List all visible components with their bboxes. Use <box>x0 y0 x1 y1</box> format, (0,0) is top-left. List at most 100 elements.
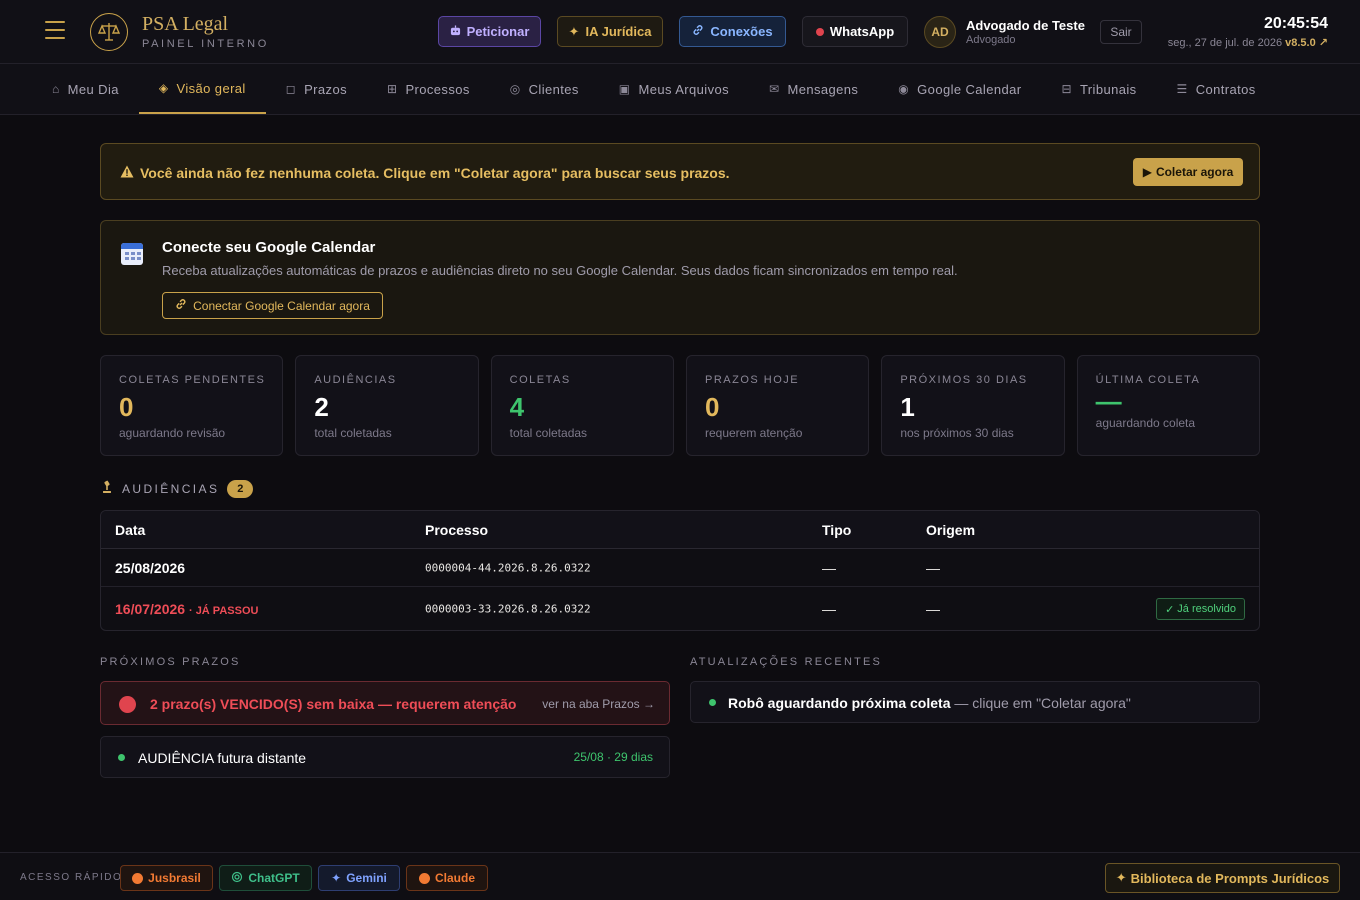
audiencias-table: Data Processo Tipo Origem 25/08/2026 000… <box>100 510 1260 631</box>
stat-card-ultima-coleta[interactable]: ÚLTIMA COLETA — aguardando coleta <box>1076 355 1260 456</box>
current-date: seg., 27 de jul. de 2026 <box>1167 37 1283 49</box>
row-processo[interactable]: 0000003-33.2026.8.26.0322 <box>425 603 591 616</box>
proximos-prazos-title: PRÓXIMOS PRAZOS <box>100 656 241 668</box>
row-tipo: — <box>822 601 836 617</box>
conexoes-button[interactable]: Conexões <box>679 16 786 47</box>
count-badge: 2 <box>227 480 254 498</box>
user-name: Advogado de Teste <box>966 18 1085 33</box>
stat-sub: aguardando coleta <box>1095 416 1196 430</box>
tab-label: Contratos <box>1195 81 1256 97</box>
jusbrasil-link[interactable]: Jusbrasil <box>120 865 213 891</box>
table-header: Data Processo Tipo Origem <box>101 511 1259 549</box>
audiencias-header: AUDIÊNCIAS 2 <box>100 480 254 498</box>
overdue-text: 2 prazo(s) VENCIDO(S) sem baixa — requer… <box>150 696 517 712</box>
connect-label: Conectar Google Calendar agora <box>193 298 370 313</box>
play-icon: ▶ <box>1142 165 1152 179</box>
tab-label: Tribunais <box>1079 81 1137 97</box>
check-icon: ✓ <box>1165 603 1175 616</box>
tab-google-calendar[interactable]: ◉ Google Calendar <box>878 64 1041 114</box>
tab-label: Processos <box>405 81 470 97</box>
row-date: 16/07/2026 <box>115 601 186 617</box>
whatsapp-button[interactable]: WhatsApp <box>802 16 908 47</box>
tab-meu-dia[interactable]: ⌂ Meu Dia <box>32 64 139 114</box>
document-icon: ☰ <box>1176 82 1188 96</box>
deadline-text: AUDIÊNCIA futura distante <box>138 750 307 766</box>
ver-prazos-link[interactable]: ver na aba Prazos → <box>542 697 655 711</box>
stat-sub: aguardando revisão <box>119 426 226 440</box>
alert-text: Você ainda não fez nenhuma coleta. Cliqu… <box>140 165 730 181</box>
robot-icon <box>450 24 461 39</box>
tab-clientes[interactable]: ◎ Clientes <box>490 64 599 114</box>
ia-juridica-button[interactable]: ✦ IA Jurídica <box>557 16 663 47</box>
update-item: Robô aguardando próxima coleta — clique … <box>690 681 1260 723</box>
stats-row: COLETAS PENDENTES 0 aguardando revisão A… <box>100 355 1260 456</box>
stat-sub: requerem atenção <box>704 426 803 440</box>
gemini-icon: ✦ <box>331 871 342 885</box>
no-collection-alert: Você ainda não fez nenhuma coleta. Cliqu… <box>100 143 1260 200</box>
stat-value: 0 <box>704 392 720 422</box>
stat-label: COLETAS <box>509 374 571 386</box>
coletar-label: Coletar agora <box>1155 165 1234 179</box>
tab-contratos[interactable]: ☰ Contratos <box>1157 64 1276 114</box>
table-row[interactable]: 25/08/2026 0000004-44.2026.8.26.0322 — — <box>101 549 1259 587</box>
stat-value: — <box>1095 386 1122 416</box>
tab-label: Google Calendar <box>917 81 1022 97</box>
stat-card-audiencias[interactable]: AUDIÊNCIAS 2 total coletadas <box>295 355 479 456</box>
tab-meus-arquivos[interactable]: ▣ Meus Arquivos <box>599 64 749 114</box>
green-dot-icon <box>709 699 716 706</box>
home-icon: ⌂ <box>52 82 60 96</box>
update-main: Robô aguardando próxima coleta <box>728 695 951 711</box>
avatar[interactable]: AD <box>924 16 956 48</box>
diamond-icon: ◈ <box>158 81 169 95</box>
prompt-library-button[interactable]: ✦ Biblioteca de Prompts Jurídicos <box>1105 863 1340 893</box>
column-header[interactable]: Tipo <box>822 522 851 538</box>
tab-mensagens[interactable]: ✉ Mensagens <box>749 64 878 114</box>
peticionar-label: Peticionar <box>466 24 530 39</box>
tab-processos[interactable]: ⊞ Processos <box>367 64 490 114</box>
column-header[interactable]: Data <box>115 522 145 538</box>
claude-link[interactable]: Claude <box>406 865 488 891</box>
row-origem: — <box>926 559 940 576</box>
stat-sub: total coletadas <box>314 426 392 440</box>
column-header[interactable]: Origem <box>926 522 975 538</box>
tab-tribunais[interactable]: ⊟ Tribunais <box>1041 64 1156 114</box>
connect-google-calendar-button[interactable]: Conectar Google Calendar agora <box>162 292 383 319</box>
stat-card-coletas[interactable]: COLETAS 4 total coletadas <box>490 355 674 456</box>
peticionar-button[interactable]: Peticionar <box>438 16 541 47</box>
logout-button[interactable]: Sair <box>1100 20 1142 44</box>
red-circle-icon <box>119 696 136 713</box>
column-header[interactable]: Processo <box>425 522 488 538</box>
tab-visao-geral[interactable]: ◈ Visão geral <box>138 64 266 114</box>
update-hint: — clique em "Coletar agora" <box>954 695 1131 711</box>
coletar-agora-button[interactable]: ▶ Coletar agora <box>1133 158 1243 186</box>
date-line: seg., 27 de jul. de 2026 v8.5.0 ↗ <box>1168 36 1328 49</box>
top-header: PSA Legal PAINEL INTERNO Peticionar ✦ IA… <box>0 0 1360 64</box>
calendar-icon <box>121 243 143 265</box>
tab-prazos[interactable]: ◻ Prazos <box>266 64 367 114</box>
stat-card-prazos-hoje[interactable]: PRAZOS HOJE 0 requerem atenção <box>685 355 870 456</box>
stat-value: 4 <box>509 392 525 422</box>
chatgpt-link[interactable]: ChatGPT <box>219 865 312 891</box>
row-processo[interactable]: 0000004-44.2026.8.26.0322 <box>425 561 591 574</box>
status-dot-icon <box>815 27 824 36</box>
version-link[interactable]: v8.5.0 ↗ <box>1285 37 1328 49</box>
stat-value: 2 <box>314 392 329 422</box>
quick-access-label: ACESSO RÁPIDO <box>20 872 123 883</box>
google-calendar-card: Conecte seu Google Calendar Receba atual… <box>100 220 1260 335</box>
stat-label: PRAZOS HOJE <box>704 374 800 386</box>
menu-hamburger-icon[interactable] <box>45 21 65 41</box>
resolved-label: Já resolvido <box>1177 603 1236 615</box>
mail-icon: ✉ <box>769 82 780 96</box>
deadline-date: 25/08 · 29 dias <box>573 750 653 764</box>
resolved-badge[interactable]: ✓ Já resolvido <box>1156 598 1245 620</box>
sparkle-icon: ✦ <box>568 23 580 39</box>
tab-label: Visão geral <box>176 80 246 96</box>
stat-card-proximos-30-dias[interactable]: PRÓXIMOS 30 DIAS 1 nos próximos 30 dias <box>881 355 1065 456</box>
table-row[interactable]: 16/07/2026 · JÁ PASSOU 0000003-33.2026.8… <box>101 587 1259 630</box>
stat-card-coletas-pendentes[interactable]: COLETAS PENDENTES 0 aguardando revisão <box>100 355 284 456</box>
warning-icon <box>120 165 134 181</box>
gcal-title: Conecte seu Google Calendar <box>162 239 376 256</box>
deadline-item[interactable]: AUDIÊNCIA futura distante 25/08 · 29 dia… <box>100 736 670 778</box>
gemini-link[interactable]: ✦ Gemini <box>318 865 400 891</box>
overdue-alert[interactable]: 2 prazo(s) VENCIDO(S) sem baixa — requer… <box>100 681 670 725</box>
